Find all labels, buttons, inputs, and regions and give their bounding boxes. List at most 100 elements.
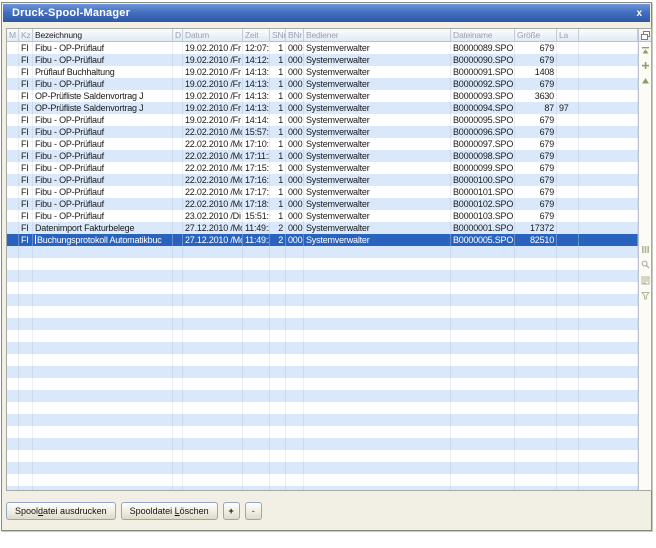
close-button[interactable]: x	[636, 4, 642, 22]
cell-m	[7, 486, 19, 490]
minus-button[interactable]: -	[245, 502, 262, 520]
plus-button[interactable]: +	[223, 502, 240, 520]
column-chooser-button[interactable]	[639, 29, 651, 42]
cell-snr	[270, 438, 286, 450]
table-row[interactable]: FIFibu - OP-Prüflauf19.02.2010 /Fr14:12:…	[7, 54, 638, 66]
table-row[interactable]: FIFibu - OP-Prüflauf22.02.2010 /Mo17:15:…	[7, 162, 638, 174]
column-header-kz[interactable]: Kz	[19, 29, 33, 42]
column-header-bez[interactable]: Bezeichnung	[33, 29, 173, 42]
table-row[interactable]: FIFibu - OP-Prüflauf22.02.2010 /Mo17:17:…	[7, 186, 638, 198]
scroll-up-button[interactable]	[641, 72, 650, 81]
cell-bed	[304, 342, 451, 354]
column-header-datum[interactable]: Datum	[183, 29, 243, 42]
column-header-bnr[interactable]: BNr	[286, 29, 304, 42]
cell-bed	[304, 486, 451, 490]
cell-bed	[304, 282, 451, 294]
column-chooser-icon	[641, 31, 650, 40]
cell-bnr	[286, 462, 304, 474]
cell-datei	[451, 318, 515, 330]
cell-datum	[183, 354, 243, 366]
cell-bed: Systemverwalter	[304, 150, 451, 162]
column-header-zeit[interactable]: Zeit	[243, 29, 270, 42]
column-header-extra[interactable]	[579, 29, 638, 42]
cell-datei: B0000102.SPO	[451, 198, 515, 210]
table-row[interactable]: FIFibu - OP-Prüflauf19.02.2010 /Fr14:13:…	[7, 78, 638, 90]
cell-d	[173, 450, 183, 462]
cell-snr	[270, 474, 286, 486]
cell-datei: B0000089.SPO	[451, 42, 515, 54]
title-bar[interactable]: Druck-Spool-Manager x	[3, 4, 650, 22]
cell-d	[173, 150, 183, 162]
add-row-button[interactable]	[641, 57, 650, 66]
cell-kz	[19, 318, 33, 330]
cell-bnr	[286, 354, 304, 366]
table-row[interactable]: FIFibu - OP-Prüflauf22.02.2010 /Mo15:57:…	[7, 126, 638, 138]
table-row[interactable]: FIBuchungsprotokoll Automatikbuc27.12.20…	[7, 234, 638, 246]
cell-kz	[19, 486, 33, 490]
column-header-datei[interactable]: Dateiname	[451, 29, 515, 42]
cell-extra	[579, 342, 638, 354]
columns-button[interactable]	[641, 241, 650, 250]
cell-kz	[19, 402, 33, 414]
table-row-empty	[7, 378, 638, 390]
cell-extra	[579, 234, 638, 246]
cell-m	[7, 90, 19, 102]
table-row-empty	[7, 474, 638, 486]
search-button[interactable]	[641, 256, 650, 265]
cell-extra	[579, 294, 638, 306]
column-header-m[interactable]: M	[7, 29, 19, 42]
cell-datum: 22.02.2010 /Mo	[183, 198, 243, 210]
cell-m	[7, 150, 19, 162]
scroll-top-button[interactable]	[641, 42, 650, 51]
cell-extra	[579, 474, 638, 486]
table-row[interactable]: FIFibu - OP-Prüflauf22.02.2010 /Mo17:18:…	[7, 198, 638, 210]
table-row[interactable]: FIOP-Prüfliste Saldenvortrag J19.02.2010…	[7, 102, 638, 114]
table-row[interactable]: FIFibu - OP-Prüflauf22.02.2010 /Mo17:10:…	[7, 138, 638, 150]
column-header-d[interactable]: D	[173, 29, 183, 42]
cell-bnr	[286, 306, 304, 318]
cell-groesse	[515, 282, 557, 294]
cell-bez: Fibu - OP-Prüflauf	[33, 162, 173, 174]
table-row[interactable]: FIDatenimport Fakturbelege27.12.2010 /Mo…	[7, 222, 638, 234]
cell-d	[173, 390, 183, 402]
table-row[interactable]: FIFibu - OP-Prüflauf22.02.2010 /Mo17:11:…	[7, 150, 638, 162]
table-row[interactable]: FIFibu - OP-Prüflauf19.02.2010 /Fr14:14:…	[7, 114, 638, 126]
cell-datei	[451, 486, 515, 490]
cell-groesse	[515, 486, 557, 490]
column-header-la[interactable]: La	[557, 29, 579, 42]
cell-datei: B0000001.SPO	[451, 222, 515, 234]
print-spool-button[interactable]: Spooldatei ausdrucken	[6, 502, 116, 520]
column-header-groesse[interactable]: Größe	[515, 29, 557, 42]
cell-datum	[183, 474, 243, 486]
cell-extra	[579, 402, 638, 414]
cell-bez: Fibu - OP-Prüflauf	[33, 210, 173, 222]
cell-d	[173, 162, 183, 174]
cell-bez: Fibu - OP-Prüflauf	[33, 126, 173, 138]
cell-datum	[183, 270, 243, 282]
cell-snr	[270, 354, 286, 366]
cell-bnr	[286, 366, 304, 378]
table-row[interactable]: FIOP-Prüfliste Saldenvortrag J19.02.2010…	[7, 90, 638, 102]
table-row[interactable]: FIFibu - OP-Prüflauf19.02.2010 /Fr12:07:…	[7, 42, 638, 54]
table-row[interactable]: FIPrüflauf Buchhaltung19.02.2010 /Fr14:1…	[7, 66, 638, 78]
column-header-bed[interactable]: Bediener	[304, 29, 451, 42]
cell-snr: 1	[270, 162, 286, 174]
cell-bed	[304, 270, 451, 282]
table-row-empty	[7, 438, 638, 450]
cell-datei	[451, 450, 515, 462]
table-row[interactable]: FIFibu - OP-Prüflauf23.02.2010 /Di15:51:…	[7, 210, 638, 222]
cell-la	[557, 42, 579, 54]
cell-datei: B0000092.SPO	[451, 78, 515, 90]
cell-la	[557, 474, 579, 486]
cell-bnr: 000	[286, 198, 304, 210]
cell-extra	[579, 186, 638, 198]
cell-kz	[19, 258, 33, 270]
filter-button[interactable]	[641, 287, 650, 296]
table-row[interactable]: FIFibu - OP-Prüflauf22.02.2010 /Mo17:16:…	[7, 174, 638, 186]
delete-spool-button[interactable]: Spooldatei Löschen	[121, 502, 218, 520]
cell-la	[557, 450, 579, 462]
pages-button[interactable]	[641, 272, 650, 281]
column-header-snr[interactable]: SNr	[270, 29, 286, 42]
cell-kz	[19, 270, 33, 282]
cell-datei	[451, 426, 515, 438]
